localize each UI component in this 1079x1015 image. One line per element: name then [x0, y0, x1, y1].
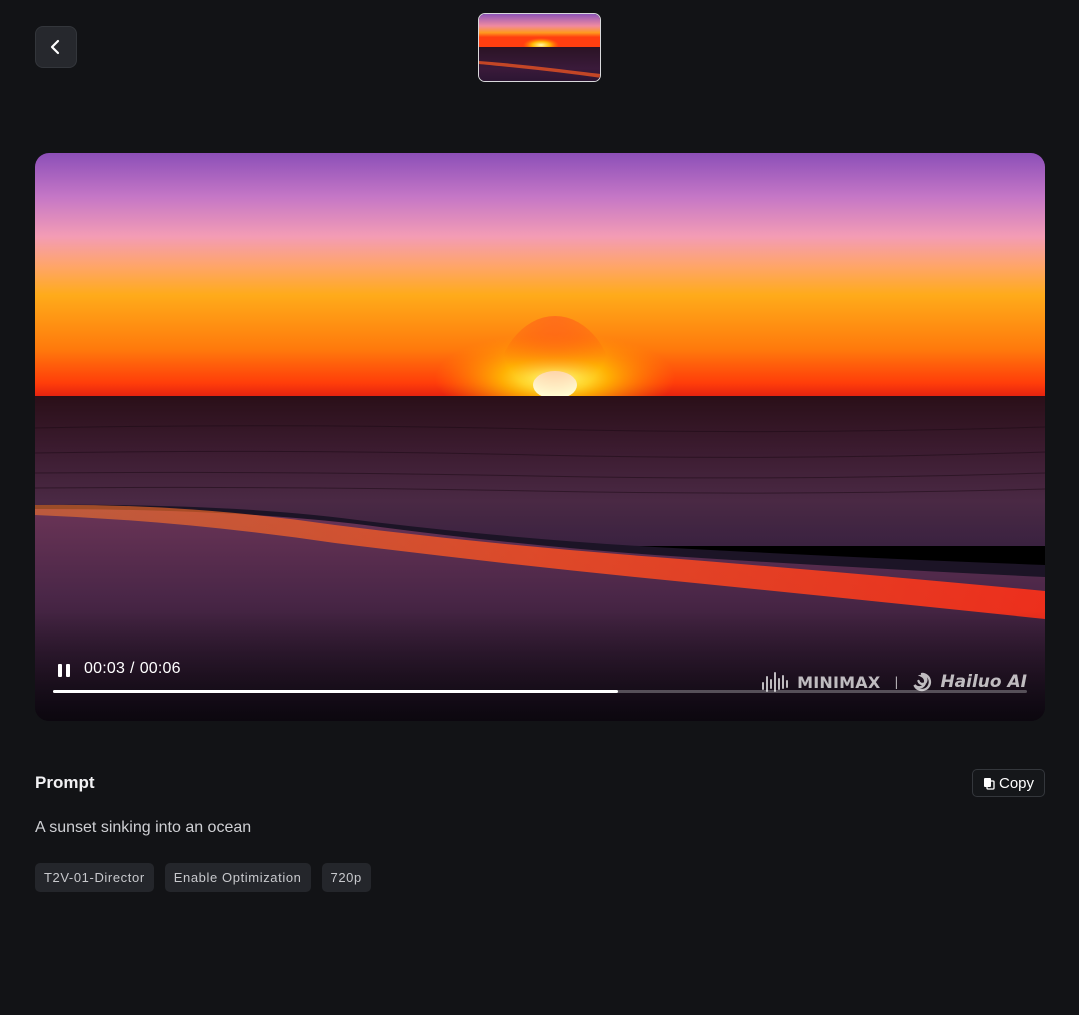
tag-list: T2V-01-Director Enable Optimization 720p — [35, 863, 371, 892]
watermark-minimax: MINIMAX — [797, 672, 881, 692]
video-thumbnail[interactable] — [478, 13, 601, 82]
tag-model: T2V-01-Director — [35, 863, 154, 892]
duration: 00:06 — [139, 660, 181, 677]
current-time: 00:03 — [84, 660, 126, 677]
prompt-text: A sunset sinking into an ocean — [35, 819, 252, 836]
video-player[interactable]: 00:03/00:06 MINIMAX | Hailuo AI — [35, 153, 1045, 721]
progress-fill — [53, 690, 618, 693]
thumbnail-image — [479, 14, 600, 81]
pause-button[interactable] — [56, 661, 72, 679]
hailuo-logo-icon — [913, 672, 932, 692]
time-separator: / — [130, 660, 135, 677]
controls-overlay — [35, 611, 1045, 721]
back-button[interactable] — [35, 26, 77, 68]
copy-icon — [983, 777, 995, 790]
chevron-left-icon — [50, 39, 60, 55]
copy-label: Copy — [998, 774, 1035, 792]
tag-optimization: Enable Optimization — [164, 863, 311, 892]
watermark-hailuo: Hailuo AI — [940, 672, 1027, 692]
watermark-divider: | — [894, 675, 899, 689]
tag-resolution: 720p — [321, 863, 371, 892]
time-display: 00:03/00:06 — [84, 660, 181, 678]
progress-bar[interactable] — [53, 690, 1027, 693]
prompt-heading: Prompt — [35, 773, 95, 792]
copy-button[interactable]: Copy — [972, 769, 1045, 797]
pause-icon — [58, 663, 62, 677]
